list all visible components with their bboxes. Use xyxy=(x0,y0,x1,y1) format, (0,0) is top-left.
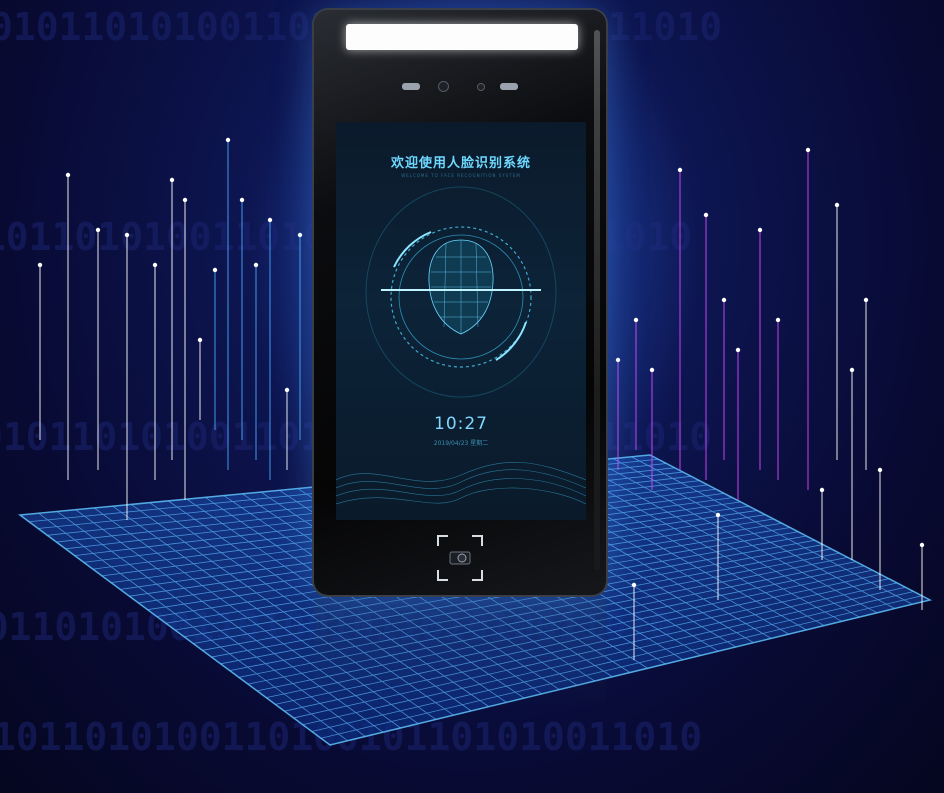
light-streak-head xyxy=(819,487,825,493)
light-streak-head xyxy=(919,542,925,548)
device-screen: 欢迎使用人脸识别系统 WELCOME TO FACE RECOGNITION S… xyxy=(336,122,586,520)
light-streak-head xyxy=(633,317,639,323)
light-streak-head xyxy=(877,467,883,473)
light-streak-head xyxy=(65,172,71,178)
light-streak-head xyxy=(284,387,290,393)
bezel-highlight xyxy=(594,30,600,570)
sensor-icon xyxy=(402,83,420,90)
light-streak-head xyxy=(225,137,231,143)
light-streak-head xyxy=(169,177,175,183)
light-streak-head xyxy=(834,202,840,208)
infrared-camera-icon xyxy=(477,83,485,91)
welcome-title: 欢迎使用人脸识别系统 xyxy=(390,156,531,171)
sensor-icon xyxy=(500,83,518,90)
light-streak-head xyxy=(124,232,130,238)
light-streak-head xyxy=(775,317,781,323)
light-streak-head xyxy=(152,262,158,268)
light-streak-head xyxy=(757,227,763,233)
light-streak-head xyxy=(721,297,727,303)
light-streak-head xyxy=(615,357,621,363)
light-streak-head xyxy=(182,197,188,203)
qr-scanner-icon xyxy=(437,535,483,581)
light-streak-head xyxy=(297,232,303,238)
welcome-subtitle: WELCOME TO FACE RECOGNITION SYSTEM xyxy=(401,173,521,178)
light-streak-head xyxy=(253,262,259,268)
light-streak-head xyxy=(735,347,741,353)
light-streak-head xyxy=(267,217,273,223)
light-streak-head xyxy=(631,582,637,588)
light-streak-head xyxy=(677,167,683,173)
face-scan-icon xyxy=(365,186,557,398)
light-streak-head xyxy=(37,262,43,268)
light-streak-head xyxy=(239,197,245,203)
particle-wave xyxy=(336,461,586,505)
device-reflection xyxy=(314,598,606,708)
light-streak-head xyxy=(212,267,218,273)
light-streak-head xyxy=(649,367,655,373)
face-recognition-terminal: 欢迎使用人脸识别系统 WELCOME TO FACE RECOGNITION S… xyxy=(314,10,606,595)
scene: 01011010100110100101101010011010 0101101… xyxy=(0,0,944,793)
light-streak-head xyxy=(703,212,709,218)
clock-time: 10:27 xyxy=(434,414,488,434)
camera-icon xyxy=(438,81,449,92)
light-streak-head xyxy=(715,512,721,518)
light-streak-head xyxy=(805,147,811,153)
light-streak-head xyxy=(197,337,203,343)
fill-light-bar xyxy=(346,24,578,50)
light-streak-head xyxy=(95,227,101,233)
light-streak-head xyxy=(849,367,855,373)
light-streak-head xyxy=(863,297,869,303)
